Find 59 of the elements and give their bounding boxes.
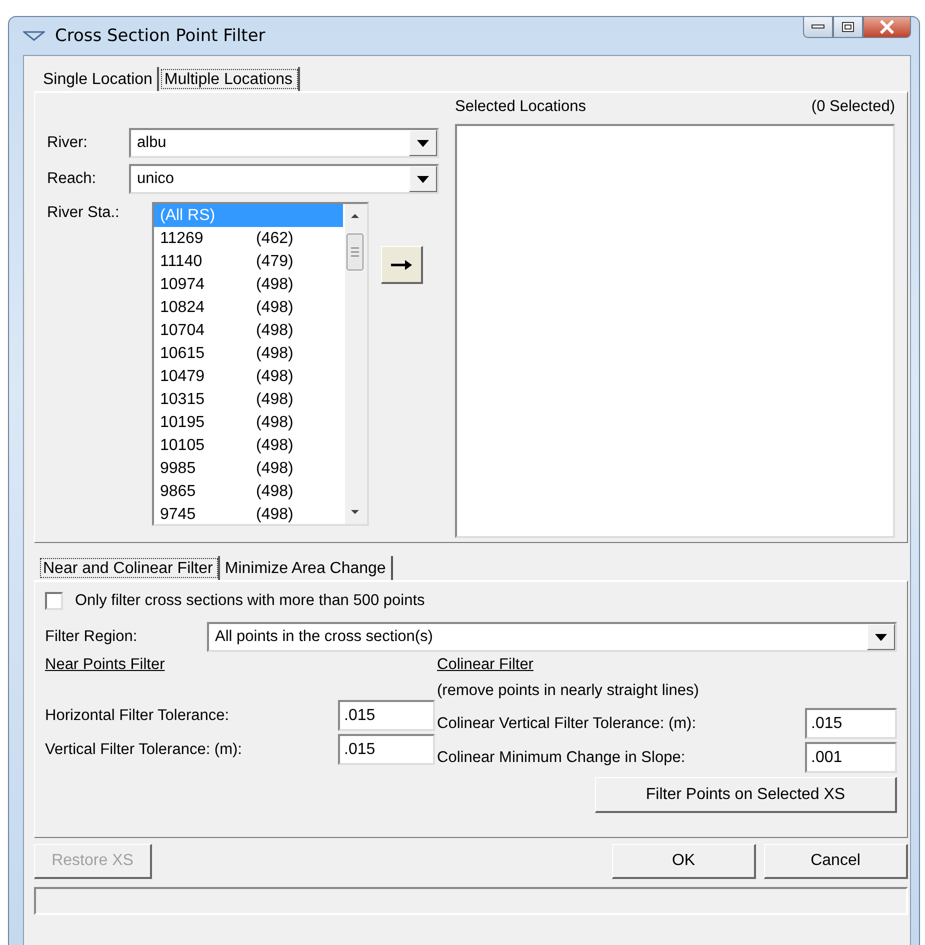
section-heading: Near Points Filter	[45, 655, 166, 675]
river-dropdown[interactable]: albu	[129, 128, 439, 158]
dropdown-button[interactable]	[867, 624, 895, 650]
text-field[interactable]: .001	[805, 742, 897, 773]
list-item[interactable]: 10974 (498)	[154, 273, 345, 296]
field-label: Colinear Vertical Filter Tolerance: (m):	[437, 714, 696, 732]
list-title: Selected Locations	[455, 98, 586, 117]
caret-icon	[417, 176, 429, 182]
list-item[interactable]: 11140 (479)	[154, 250, 345, 273]
scrollbar[interactable]	[345, 204, 367, 524]
dialog-button[interactable]: Cancel	[764, 844, 908, 879]
list-item[interactable]: 10615 (498)	[154, 342, 345, 365]
field-label: Horizontal Filter Tolerance:	[45, 706, 230, 724]
checkbox[interactable]	[45, 592, 63, 610]
field-label: River:	[47, 134, 88, 152]
list-item[interactable]: 10824 (498)	[154, 296, 345, 319]
list-item[interactable]: 10479 (498)	[154, 365, 345, 388]
field-label: Filter Region:	[45, 628, 138, 646]
field-label: River Sta.:	[47, 203, 120, 222]
caret-icon	[875, 634, 887, 640]
tab[interactable]: Near and Colinear Filter	[38, 556, 220, 580]
caret-icon	[417, 140, 429, 146]
checkbox-label[interactable]: Only filter cross sections with more than 500 points	[75, 592, 425, 610]
maximize-button[interactable]	[833, 16, 863, 38]
field-label: Vertical Filter Tolerance: (m):	[45, 740, 242, 758]
list-item[interactable]: 10704 (498)	[154, 319, 345, 342]
reach-dropdown[interactable]: unico	[129, 164, 439, 194]
window-title: Cross Section Point Filter	[55, 26, 266, 46]
list-item[interactable]: 10315 (498)	[154, 388, 345, 411]
maximize-icon	[841, 21, 855, 33]
tab[interactable]: Minimize Area Change	[220, 556, 393, 580]
selected-count: (0 Selected)	[811, 98, 895, 117]
minimize-icon	[811, 24, 825, 30]
close-button[interactable]	[863, 16, 911, 38]
section-note: (remove points in nearly straight lines)	[437, 681, 700, 701]
field-label: Reach:	[47, 170, 98, 188]
field-label: Colinear Minimum Change in Slope:	[437, 748, 686, 766]
dropdown-button[interactable]	[409, 166, 437, 192]
list-item[interactable]: 9745 (498)	[154, 503, 345, 524]
close-icon	[879, 20, 895, 34]
text-field[interactable]: .015	[338, 700, 435, 731]
list-item[interactable]: 10195 (498)	[154, 411, 345, 434]
list-item[interactable]: 9865 (498)	[154, 480, 345, 503]
list-item[interactable]: 9985 (498)	[154, 457, 345, 480]
station-list[interactable]: (All RS) 11269 (462) 11140 (479) 10974 (498) 10824 (498) 10704 (498) 10615 (498) 10479 (498) 10315 (498) 10195 (498) 10105 (498) 9985 (498) 9865 (498) 9745 (498)	[152, 202, 369, 526]
dropdown-button[interactable]	[409, 130, 437, 156]
window-menu-icon[interactable]	[23, 31, 45, 41]
list-item[interactable]: 10105 (498)	[154, 434, 345, 457]
text-field[interactable]: .015	[338, 734, 435, 765]
tab[interactable]: Multiple Locations	[159, 67, 300, 91]
dialog-button[interactable]: OK	[612, 844, 756, 879]
filter-region-dropdown[interactable]: All points in the cross section(s)	[207, 622, 897, 652]
right-arrow-icon	[390, 258, 412, 270]
text-field[interactable]: .015	[805, 708, 897, 739]
list-item[interactable]: 11269 (462)	[154, 227, 345, 250]
section-heading: Colinear Filter	[437, 655, 534, 675]
add-button[interactable]	[381, 246, 423, 284]
filter-points-button[interactable]: Filter Points on Selected XS	[595, 777, 897, 813]
minimize-button[interactable]	[803, 16, 833, 38]
